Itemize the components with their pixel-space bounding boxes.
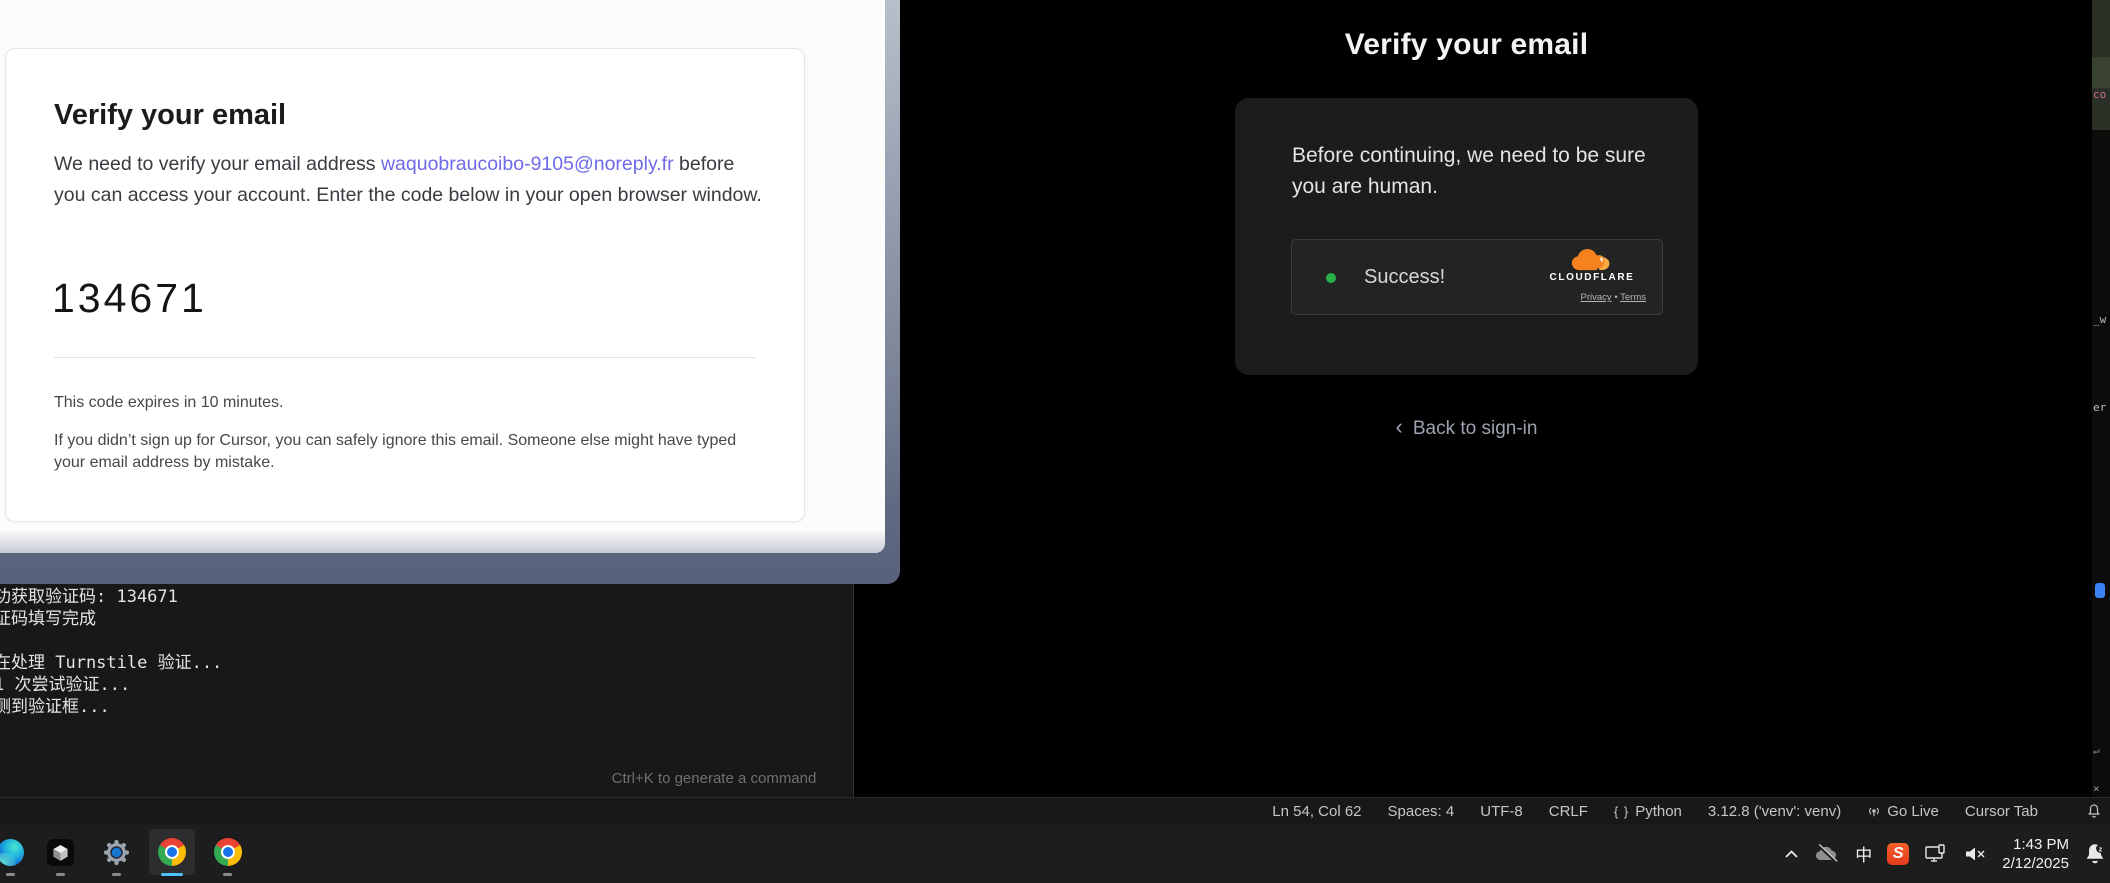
volume-muted-icon[interactable] [1963, 845, 1987, 863]
chevron-left-icon: ‹ [1396, 414, 1403, 440]
chrome-icon [214, 838, 242, 866]
tray-clock[interactable]: 1:43 PM 2/12/2025 [2002, 835, 2069, 873]
editor-badge [2095, 583, 2105, 598]
chrome-core [223, 847, 233, 857]
taskbar-indicator [56, 873, 65, 876]
back-link-label: Back to sign-in [1413, 418, 1538, 439]
indentation-indicator[interactable]: Spaces: 4 [1388, 803, 1455, 820]
ime-mode-indicator[interactable]: 中 [1855, 841, 1872, 866]
email-address-link[interactable]: waquobraucoibo-9105@noreply.fr [381, 153, 674, 175]
terminal-line: 功获取验证码: 134671 [0, 587, 178, 607]
language-label: Python [1635, 803, 1682, 820]
editor-window-sliver[interactable]: co _w er ↵ × [2092, 0, 2110, 797]
taskbar-indicator [223, 873, 232, 876]
human-check-prompt: Before continuing, we need to be sure yo… [1292, 140, 1660, 202]
email-title: Verify your email [54, 99, 286, 132]
success-dot-icon [1326, 273, 1336, 283]
edge-icon [0, 839, 24, 866]
settings-gear-icon [103, 839, 130, 866]
tray-chevron-up-icon[interactable] [1784, 849, 1799, 859]
verification-code: 134671 [52, 275, 207, 322]
return-glyph: ↵ [2093, 744, 2100, 757]
ignore-note: If you didn’t sign up for Cursor, you ca… [54, 430, 742, 473]
terms-link[interactable]: Terms [1620, 292, 1646, 303]
onedrive-offline-icon[interactable] [1814, 844, 1840, 864]
taskbar: 中 S 1:43 PM 2/12/2025 [0, 824, 2110, 883]
cursor-app-icon [47, 839, 74, 866]
code-highlight-band [2092, 57, 2110, 88]
bell-icon [2086, 803, 2102, 819]
turnstile-links: Privacy • Terms [1581, 292, 1646, 303]
chrome-core [167, 847, 177, 857]
verify-page-title: Verify your email [1235, 28, 1698, 62]
terminal-line: 测到验证框... [0, 697, 110, 717]
taskbar-indicator [6, 873, 15, 876]
cursor-position-indicator[interactable]: Ln 54, Col 62 [1272, 803, 1361, 820]
turnstile-status: Success! [1364, 266, 1445, 289]
terminal-panel[interactable]: 功获取验证码: 134671 证码填写完成 在处理 Turnstile 验证..… [0, 584, 854, 797]
terminal-line: 1 次尝试验证... [0, 675, 130, 695]
email-page: Verify your email We need to verify your… [0, 0, 885, 553]
go-live-button[interactable]: Go Live [1867, 803, 1939, 820]
notifications-bell-button[interactable] [2086, 803, 2102, 819]
status-bar: Ln 54, Col 62 Spaces: 4 UTF-8 CRLF { } Py… [0, 797, 2110, 824]
email-client-window[interactable]: Verify your email We need to verify your… [0, 0, 900, 584]
cursor-tab-indicator[interactable]: Cursor Tab [1965, 803, 2038, 820]
cloudflare-brand: CLOUDFLARE [1536, 249, 1648, 283]
chrome-icon [158, 838, 186, 866]
taskbar-app-cursor[interactable] [37, 829, 83, 875]
back-to-sign-in-link[interactable]: ‹ Back to sign-in [1235, 414, 1698, 440]
terminal-command-hint: Ctrl+K to generate a command [612, 770, 817, 787]
notification-bell-dnd-icon[interactable]: z [2084, 842, 2106, 866]
eol-indicator[interactable]: CRLF [1549, 803, 1588, 820]
cube-glyph [51, 843, 70, 862]
system-tray: 中 S 1:43 PM 2/12/2025 [1784, 824, 2106, 883]
tray-date: 2/12/2025 [2002, 854, 2069, 873]
desktop: Verify your email We need to verify your… [0, 0, 2110, 883]
svg-text:z: z [2099, 844, 2103, 853]
email-body-before: We need to verify your email address [54, 153, 381, 175]
chrome-ring [165, 845, 179, 859]
verify-card: Before continuing, we need to be sure yo… [1235, 98, 1698, 375]
verify-header: Verify your email [1235, 0, 1698, 62]
tray-time: 1:43 PM [2002, 835, 2069, 854]
language-mode-indicator[interactable]: { } Python [1614, 803, 1682, 820]
close-icon[interactable]: × [2093, 782, 2100, 795]
taskbar-active-indicator [161, 873, 183, 876]
encoding-indicator[interactable]: UTF-8 [1480, 803, 1523, 820]
taskbar-app-chrome-active[interactable] [149, 829, 195, 875]
divider [54, 357, 756, 358]
code-highlight-band [2092, 0, 2110, 57]
cloudflare-cloud-icon [1569, 249, 1615, 271]
code-expiry-note: This code expires in 10 minutes. [54, 394, 283, 412]
taskbar-app-chrome[interactable] [205, 829, 251, 875]
broadcast-icon [1867, 804, 1881, 818]
link-separator: • [1614, 292, 1617, 303]
email-card: Verify your email We need to verify your… [5, 48, 805, 522]
code-fragment: er [2093, 401, 2106, 414]
code-fragment: _w [2093, 313, 2106, 326]
privacy-link[interactable]: Privacy [1581, 292, 1612, 303]
go-live-label: Go Live [1887, 803, 1939, 820]
taskbar-app-edge[interactable] [0, 829, 33, 875]
email-body: We need to verify your email address waq… [54, 149, 766, 210]
cast-display-icon[interactable] [1924, 844, 1948, 864]
taskbar-app-settings[interactable] [93, 829, 139, 875]
sogou-input-icon[interactable]: S [1887, 843, 1909, 865]
cloudflare-wordmark: CLOUDFLARE [1536, 272, 1648, 283]
code-fragment: co [2093, 88, 2106, 101]
braces-icon: { } [1614, 804, 1629, 819]
cloudflare-turnstile-widget[interactable]: Success! CLOUDFLARE Privacy • Terms [1291, 239, 1663, 315]
taskbar-indicator [112, 873, 121, 876]
python-interpreter-indicator[interactable]: 3.12.8 ('venv': venv) [1708, 803, 1841, 820]
terminal-line: 在处理 Turnstile 验证... [0, 653, 222, 673]
terminal-line: 证码填写完成 [0, 609, 96, 629]
chrome-ring [221, 845, 235, 859]
browser-verify-page: Verify your email Before continuing, we … [900, 0, 2092, 797]
